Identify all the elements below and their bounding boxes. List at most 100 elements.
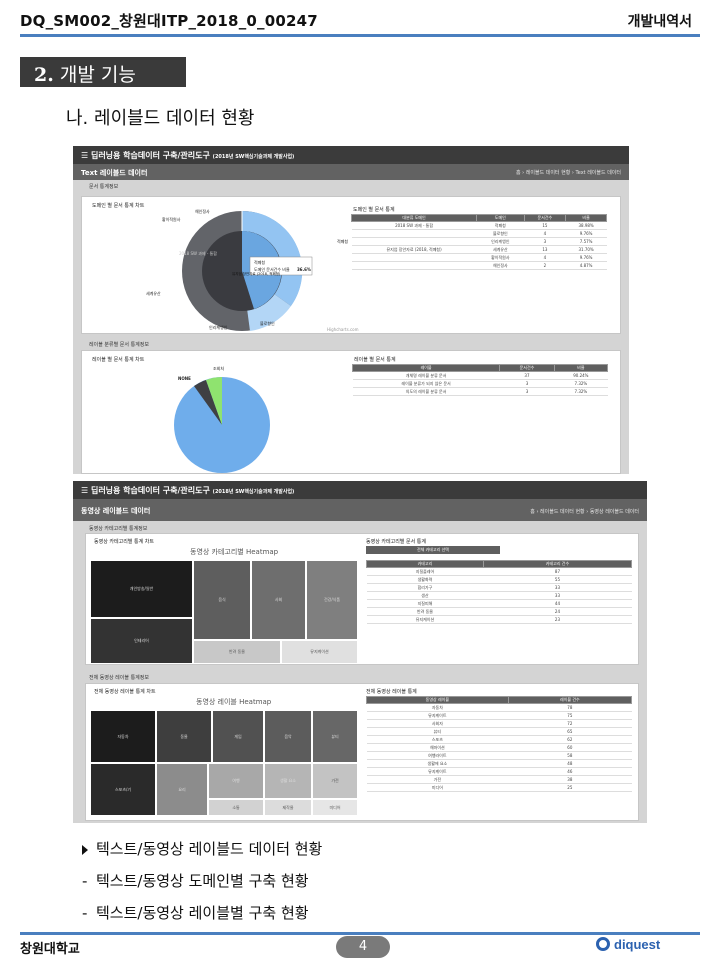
pie-label: NONE xyxy=(178,376,191,381)
table-cell: 적폐청 xyxy=(476,221,525,230)
table-cell: 지질피해 xyxy=(366,599,484,608)
subsection-title: 나. 레이블드 데이터 현황 xyxy=(66,108,255,129)
table-cell: 자동차 xyxy=(366,703,509,712)
select-all-button[interactable]: 전체 카테고리 선택 xyxy=(366,546,500,554)
table-cell: 개체명 레이블 분류 문서 xyxy=(352,371,500,380)
table-cell: 31.70% xyxy=(565,245,607,254)
donut-label: 적폐청 xyxy=(337,239,349,244)
table-cell: 의도의 레이블 분류 문서 xyxy=(352,387,500,396)
app-subtitle: (2018년 SW핵심기술과제 개발사업) xyxy=(212,489,295,495)
donut-label: 황이적원사 xyxy=(162,217,181,222)
table-cell: 60 xyxy=(508,743,632,752)
table-cell: 생활에 요소 xyxy=(366,759,509,768)
table-cell: 인리케앵인 xyxy=(476,237,525,246)
table-row: 생활에 요소 48 xyxy=(366,759,632,768)
table-cell: 4.87% xyxy=(565,261,607,270)
table-row: 해인정사 2 4.87% xyxy=(351,261,607,270)
label-stats-table: 동영상 레이블 레이블 건수 자동차 78 뮤지케이트 75 사회자 72 뷰티 65 … xyxy=(366,696,633,792)
table-cell xyxy=(351,261,477,270)
domain-donut-chart xyxy=(182,210,313,331)
section-label: 동영상 카테고리별 통계정보 xyxy=(89,526,148,532)
triangle-bullet-icon xyxy=(82,844,88,855)
heatmap-cell: 요리 xyxy=(156,763,208,816)
donut-inner-label: 2018 SW 과제 - 통합 xyxy=(179,251,217,256)
table-row: 2018 SW 과제 - 통합 적폐청 15 38.98% xyxy=(351,221,607,230)
app-title: ☰ 딥러닝용 학습데이터 구축/관리도구 xyxy=(81,486,210,495)
table-cell: 가전 xyxy=(366,775,509,784)
panel-title: 레이블 별 문서 통계 xyxy=(354,357,396,363)
table-cell xyxy=(351,237,477,246)
video-labeled-screenshot: ☰ 딥러닝용 학습데이터 구축/관리도구 (2018년 SW핵심기술과제 개발사… xyxy=(73,481,647,823)
table-cell: 뮤지케이션 xyxy=(366,615,484,624)
header-rule xyxy=(20,34,700,37)
table-cell: 뮤지엄 장안자료 (2018, 적폐청) xyxy=(351,245,477,254)
section-label: 문서 통계정보 xyxy=(89,184,119,190)
donut-inner-label: 뮤지엄 장안자료 (2018, 적폐청) xyxy=(232,272,281,276)
table-header: 동영상 레이블 xyxy=(366,696,509,704)
table-header: 카테고리 xyxy=(366,560,484,568)
table-cell: 2 xyxy=(524,261,566,270)
table-cell: 3 xyxy=(499,387,555,396)
table-cell: 44 xyxy=(483,599,632,608)
table-cell: 2018 SW 과제 - 통합 xyxy=(351,221,477,230)
table-cell: 38 xyxy=(508,775,632,784)
table-row: 생활화력 55 xyxy=(366,575,632,584)
table-cell: 33 xyxy=(483,583,632,592)
app-subtitle: (2018년 SW핵심기술과제 개발사업) xyxy=(212,154,295,160)
section-title-text: 개발 기능 xyxy=(59,64,136,86)
table-header: 비율 xyxy=(565,214,607,222)
dash-bullet-icon: - xyxy=(82,872,88,890)
table-cell: 여행라이트 xyxy=(366,751,509,760)
label-pie-chart xyxy=(174,377,270,473)
table-row: 뷰티 65 xyxy=(366,727,632,736)
table-row: 의도의 레이블 분류 문서 3 7.32% xyxy=(352,387,608,396)
table-cell: 사회자 xyxy=(366,719,509,728)
table-header: 문서건수 xyxy=(499,364,555,372)
app-topbar: ☰ 딥러닝용 학습데이터 구축/관리도구 (2018년 SW핵심기술과제 개발사… xyxy=(73,146,629,164)
table-row: 뮤지엄 장안자료 (2018, 적폐청) 세계유산 13 31.70% xyxy=(351,245,607,254)
university-name: 창원대학교 xyxy=(20,942,80,957)
table-row: 지질피해 44 xyxy=(366,599,632,608)
table-cell: 24 xyxy=(483,607,632,616)
panel-title: 전체 동영상 레이블 통계 xyxy=(366,689,417,695)
heatmap-cell: 사회 xyxy=(251,560,306,640)
list-item: - 텍스트/동영상 도메인별 구축 현황 xyxy=(82,870,322,902)
category-stats-table: 카테고리 카테고리 건수 지질플레어 87 생활화력 55 합리가구 33 생산 33 … xyxy=(366,560,633,624)
table-cell: 38.98% xyxy=(565,221,607,230)
donut-tooltip-value: 36.6% xyxy=(297,267,311,272)
table-row: 개체명 레이블 분류 문서 37 90.24% xyxy=(352,371,608,380)
table-cell: 블로향인 xyxy=(476,229,525,238)
panel-title: 동영상 카테고리별 통계 차트 xyxy=(94,539,154,545)
list-item-text: 텍스트/동영상 레이블드 데이터 현황 xyxy=(96,840,323,858)
table-cell: 33 xyxy=(483,591,632,600)
table-header: 도메인 xyxy=(476,214,525,222)
table-header: 비율 xyxy=(553,364,609,372)
table-row: 황이적원사 4 9.76% xyxy=(351,253,607,262)
table-header: 레이블 건수 xyxy=(507,696,633,704)
table-row: 생산 33 xyxy=(366,591,632,600)
label-panel: 레이블 별 문서 통계 차트 NONE 조회처 레이블 별 문서 통계 레이블 … xyxy=(81,350,621,474)
table-cell: 48 xyxy=(508,759,632,768)
section-label: 전체 동영상 레이블 통계정보 xyxy=(89,675,149,681)
table-row: 뮤지케이트 46 xyxy=(366,767,632,776)
heatmap-cell: 뷰티 xyxy=(312,710,358,763)
table-cell: 미디어 xyxy=(366,783,509,792)
table-row: 블로향인 4 9.76% xyxy=(351,229,607,238)
table-cell: 3 xyxy=(499,379,555,388)
table-cell: 7.32% xyxy=(554,379,608,388)
panel-title: 도메인 별 문서 통계 xyxy=(353,207,395,213)
table-cell: 58 xyxy=(508,751,632,760)
table-header: 대분류 도메인 xyxy=(350,214,478,222)
page-title: 동영상 레이블드 데이터 xyxy=(81,507,151,515)
table-cell: 55 xyxy=(483,575,632,584)
label-panel: 전체 동영상 레이블 통계 차트 동영상 레이블 Heatmap 자동차 스포츠… xyxy=(85,683,639,821)
table-cell: 뮤지케이트 xyxy=(366,767,509,776)
text-labeled-screenshot: ☰ 딥러닝용 학습데이터 구축/관리도구 (2018년 SW핵심기술과제 개발사… xyxy=(73,146,629,474)
table-cell: 세계유산 xyxy=(476,245,525,254)
section-title: 2. 개발 기능 xyxy=(20,57,186,87)
heatmap-title: 동영상 카테고리별 Heatmap xyxy=(190,548,279,556)
panel-title: 도메인 별 문서 통계 차트 xyxy=(92,203,145,209)
heatmap-cell: 게임 xyxy=(212,710,264,763)
table-cell: 생산 xyxy=(366,591,484,600)
category-panel: 동영상 카테고리별 통계 차트 동영상 카테고리별 Heatmap 개인방송/일… xyxy=(85,533,639,665)
